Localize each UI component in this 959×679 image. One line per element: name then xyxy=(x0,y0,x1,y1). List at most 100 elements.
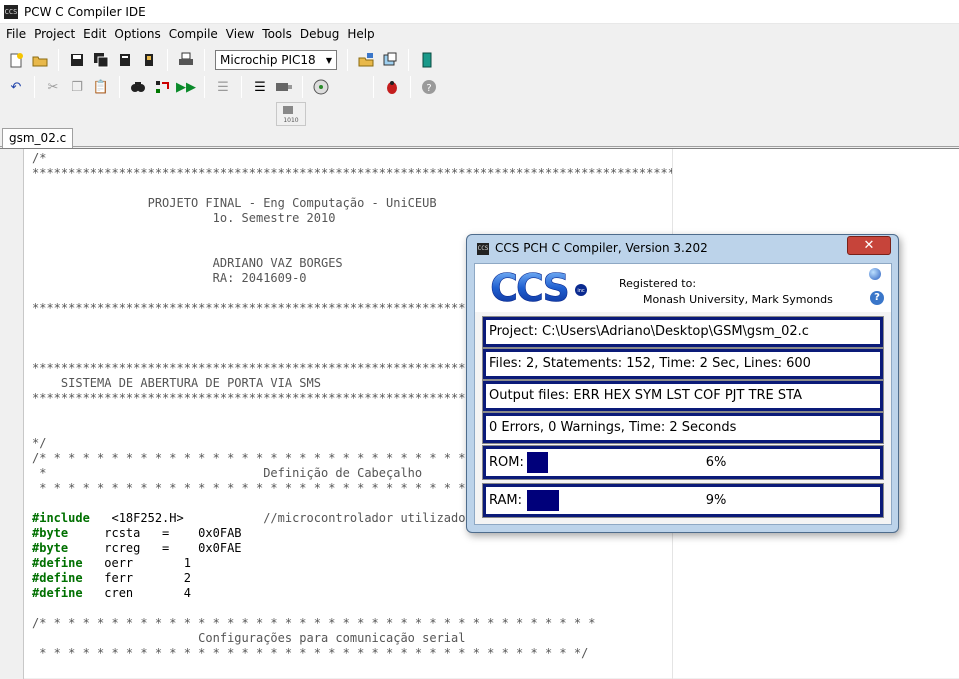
menu-bar: File Project Edit Options Compile View T… xyxy=(0,24,959,44)
menu-project[interactable]: Project xyxy=(30,27,79,41)
save-all-icon[interactable] xyxy=(90,49,112,71)
registered-name: Monash University, Mark Symonds xyxy=(643,293,833,306)
code-line: /* * * * * * * * * * * * * * * * * * * *… xyxy=(32,616,672,631)
menu-help[interactable]: Help xyxy=(343,27,378,41)
code-text: Configurações para comunicação serial xyxy=(32,631,466,645)
code-line: #define cren 4 xyxy=(32,586,672,601)
toolbar-separator xyxy=(241,76,242,98)
output-files: Output files: ERR HEX SYM LST COF PJT TR… xyxy=(482,380,884,412)
close-button[interactable]: ✕ xyxy=(847,236,891,255)
editor-gutter xyxy=(0,149,24,679)
find-next-icon[interactable] xyxy=(151,76,173,98)
toolbar-separator xyxy=(167,49,168,71)
tab-gsm-02[interactable]: gsm_02.c xyxy=(2,128,74,148)
main-toolbar: Microchip PIC18 ▼ xyxy=(0,46,959,74)
toolbar-separator xyxy=(58,49,59,71)
dialog-titlebar[interactable]: CCS CCS PCH C Compiler, Version 3.202 ✕ xyxy=(467,235,898,263)
code-text: //microcontrolador utilizado xyxy=(263,511,466,525)
svg-text:inc: inc xyxy=(577,288,585,294)
compiler-dialog: CCS CCS PCH C Compiler, Version 3.202 ✕ … xyxy=(466,234,899,533)
find-icon[interactable] xyxy=(127,76,149,98)
logo-area: CCS inc Registered to: Monash University… xyxy=(475,264,891,312)
save-icon[interactable] xyxy=(66,49,88,71)
menu-debug[interactable]: Debug xyxy=(296,27,343,41)
cut-icon[interactable]: ✂ xyxy=(42,76,64,98)
help-icon[interactable]: ? xyxy=(870,291,884,305)
menu-file[interactable]: File xyxy=(2,27,30,41)
rom-label: ROM: xyxy=(489,455,524,470)
toolbar-separator xyxy=(302,76,303,98)
project-options-icon[interactable] xyxy=(416,49,438,71)
tools-toolbar: 1010 xyxy=(0,101,959,127)
code-line: 1o. Semestre 2010 xyxy=(32,211,672,226)
code-text: ****************************************… xyxy=(32,166,672,180)
debug-bug-icon[interactable] xyxy=(381,76,403,98)
svg-text:1010: 1010 xyxy=(283,117,298,123)
code-line: #define ferr 2 xyxy=(32,571,672,586)
rom-bar-fill xyxy=(527,452,548,473)
paste-icon[interactable]: 📋 xyxy=(90,76,112,98)
code-text: SISTEMA DE ABERTURA DE PORTA VIA SMS xyxy=(32,376,321,390)
undo-icon[interactable]: ↶ xyxy=(5,76,27,98)
code-text: ADRIANO VAZ BORGES xyxy=(32,256,343,270)
dialog-body: CCS inc Registered to: Monash University… xyxy=(474,263,892,525)
open-project-icon[interactable] xyxy=(355,49,377,71)
dialog-title: CCS PCH C Compiler, Version 3.202 xyxy=(495,241,708,255)
open-folder-icon[interactable] xyxy=(29,49,51,71)
chevron-down-icon: ▼ xyxy=(325,55,332,65)
toolbar-separator xyxy=(410,76,411,98)
ram-usage: RAM: 9% xyxy=(482,483,884,518)
ram-percent: 9% xyxy=(705,493,727,508)
project-files-icon[interactable] xyxy=(379,49,401,71)
ram-label: RAM: xyxy=(489,493,522,508)
ram-bar-fill xyxy=(527,490,559,511)
indent-icon[interactable]: ☰ xyxy=(212,76,234,98)
copy-icon[interactable]: ❐ xyxy=(66,76,88,98)
code-directive: #define xyxy=(32,571,83,585)
align-left-icon[interactable]: ☰ xyxy=(249,76,271,98)
svg-text:?: ? xyxy=(426,83,431,94)
ccs-logo: CCS inc xyxy=(490,268,587,308)
chip-select-value: Microchip PIC18 xyxy=(220,53,316,67)
code-text: oerr 1 xyxy=(82,556,191,570)
close-file-icon[interactable] xyxy=(114,49,136,71)
code-line: Configurações para comunicação serial xyxy=(32,631,672,646)
menu-view[interactable]: View xyxy=(222,27,258,41)
toolbar-separator xyxy=(34,76,35,98)
code-line: #byte rcreg = 0x0FAE xyxy=(32,541,672,556)
code-text: rcreg = 0x0FAE xyxy=(68,541,242,555)
window-titlebar: CCS PCW C Compiler IDE xyxy=(0,0,959,24)
new-file-icon[interactable] xyxy=(5,49,27,71)
chip-select[interactable]: Microchip PIC18 ▼ xyxy=(215,50,337,70)
binary-tool-icon[interactable]: 1010 xyxy=(276,102,306,126)
code-text: /* xyxy=(32,151,47,165)
print-icon[interactable] xyxy=(175,49,197,71)
code-directive: #define xyxy=(32,556,83,570)
menu-compile[interactable]: Compile xyxy=(165,27,222,41)
chip-map-icon[interactable] xyxy=(273,76,295,98)
code-text: /* * * * * * * * * * * * * * * * * * * *… xyxy=(32,616,596,630)
code-text: RA: 2041609-0 xyxy=(32,271,307,285)
code-text: cren 4 xyxy=(82,586,191,600)
menu-options[interactable]: Options xyxy=(110,27,164,41)
svg-text:CCS: CCS xyxy=(490,268,568,308)
close-all-icon[interactable] xyxy=(138,49,160,71)
info-icon[interactable] xyxy=(869,268,881,280)
code-text: * Definição de Cabeçalho xyxy=(32,466,423,480)
code-directive: #byte xyxy=(32,526,69,540)
help-icon[interactable]: ? xyxy=(418,76,440,98)
code-directive: #define xyxy=(32,586,83,600)
menu-edit[interactable]: Edit xyxy=(79,27,110,41)
code-text: 1o. Semestre 2010 xyxy=(32,211,336,225)
toolbar-separator xyxy=(204,76,205,98)
compile-disc-icon[interactable] xyxy=(310,76,332,98)
code-line: #define oerr 1 xyxy=(32,556,672,571)
code-line: /* xyxy=(32,151,672,166)
window-title: PCW C Compiler IDE xyxy=(24,4,146,19)
code-text: * * * * * * * * * * * * * * * * * * * * … xyxy=(32,646,589,660)
menu-tools[interactable]: Tools xyxy=(258,27,296,41)
goto-icon[interactable]: ▶▶ xyxy=(175,76,197,98)
code-directive: #include xyxy=(32,511,90,525)
